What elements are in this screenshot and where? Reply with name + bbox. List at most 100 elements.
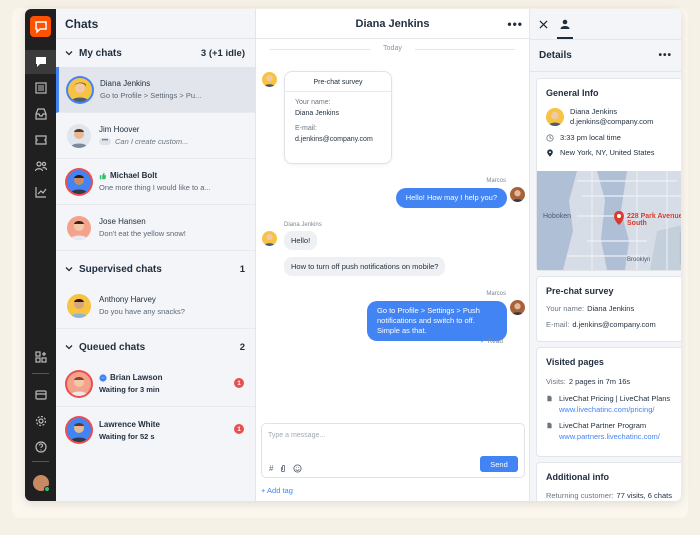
chat-item-diana[interactable]: Diana Jenkins Go to Profile > Settings >… (56, 67, 255, 113)
customer-message: Hello! (284, 231, 318, 250)
avatar (67, 293, 91, 318)
typing-indicator-icon: ••• (99, 138, 111, 145)
chat-name: Anthony Harvey (99, 295, 156, 304)
close-icon[interactable] (539, 19, 548, 29)
settings-icon[interactable] (25, 409, 56, 433)
section-label: My chats (79, 47, 122, 59)
details-title: Details (539, 50, 572, 61)
user-icon (560, 19, 570, 29)
billing-icon[interactable] (25, 383, 56, 407)
customer-email: d.jenkins@company.com (570, 117, 654, 127)
customer-avatar (546, 108, 564, 127)
chat-item-brian[interactable]: Brian Lawson Waiting for 3 min 1 (56, 361, 255, 407)
prechat-name-label: Your name: (546, 304, 585, 313)
general-info-title: General Info (546, 88, 599, 98)
section-queued[interactable]: Queued chats 2 (56, 333, 255, 361)
help-icon[interactable] (25, 435, 56, 459)
visits-value: 2 pages in 7m 16s (568, 377, 631, 386)
section-supervised[interactable]: Supervised chats 1 (56, 255, 255, 283)
chat-preview: Go to Profile > Settings > Pu... (100, 91, 202, 100)
chat-item-lawrence[interactable]: Lawrence White Waiting for 52 s 1 (56, 407, 255, 453)
page-title: LiveChat Partner Program (559, 421, 647, 430)
prechat-survey-card: Pre-chat survey Your name: Diana Jenkins… (284, 71, 392, 164)
survey-email-label: E-mail: (295, 125, 317, 132)
message-input[interactable]: Type a message... (268, 432, 325, 439)
section-count: 1 (239, 263, 245, 275)
chat-preview: One more thing I would like to a... (99, 183, 211, 192)
inbox-icon[interactable] (25, 102, 56, 126)
location-map[interactable]: 228 Park Avenue South Hoboken Brooklyn +… (537, 171, 681, 270)
add-tag-link[interactable]: + Add tag (261, 486, 293, 495)
chat-item-jim[interactable]: Jim Hoover ••• Can I create custom... (56, 113, 255, 159)
read-receipt: ✓ Read (480, 338, 503, 345)
rail-divider (32, 461, 49, 462)
general-info-card: General Info Diana Jenkins d.jenkins@com… (536, 78, 681, 271)
avatar (67, 123, 91, 148)
details-tabs (530, 9, 681, 39)
avatar (67, 418, 91, 442)
chat-item-jose[interactable]: Jose Hansen Don't eat the yellow snow! (56, 205, 255, 251)
emoji-icon[interactable] (293, 464, 303, 473)
chat-icon[interactable] (25, 50, 56, 74)
ticket-icon[interactable] (25, 128, 56, 152)
attachment-icon[interactable] (279, 464, 287, 473)
page-url[interactable]: www.partners.livechatinc.com/ (559, 432, 660, 443)
chat-title: Diana Jenkins (355, 17, 430, 30)
avatar (68, 77, 92, 102)
day-divider: Today (256, 45, 529, 52)
people-icon[interactable] (25, 154, 56, 178)
agent-avatar (510, 300, 525, 315)
returning-label: Returning customer: (546, 491, 614, 500)
chat-list-title: Chats (56, 9, 255, 39)
tab-customer-details[interactable] (557, 9, 573, 39)
chat-panel: Diana Jenkins ••• Today Pre-chat survey … (256, 9, 530, 501)
chat-preview: Do you have any snacks? (99, 307, 185, 316)
survey-name-value: Diana Jenkins (295, 109, 339, 117)
more-options-icon[interactable]: ••• (507, 17, 523, 31)
more-options-icon[interactable]: ••• (658, 50, 672, 61)
nav-rail (25, 9, 56, 501)
visited-title: Visited pages (546, 357, 604, 367)
section-count: 3 (+1 idle) (200, 47, 245, 59)
unread-badge: 1 (234, 424, 244, 434)
chevron-down-icon (65, 345, 73, 350)
section-count: 2 (239, 341, 245, 353)
livechat-logo-icon[interactable] (30, 16, 51, 37)
avatar (67, 215, 91, 240)
avatar (67, 371, 91, 396)
returning-value: 77 visits, 6 chats (616, 491, 672, 500)
section-my-chats[interactable]: My chats 3 (+1 idle) (56, 39, 255, 67)
chat-name: Jim Hoover (99, 125, 140, 134)
chat-preview: Waiting for 3 min (99, 385, 160, 394)
agent-avatar[interactable] (25, 471, 56, 495)
chat-list-panel: Chats My chats 3 (+1 idle) Diana Jenkins… (56, 9, 256, 501)
list-icon[interactable] (25, 76, 56, 100)
agent-message: Go to Profile > Settings > Push notifica… (367, 301, 507, 342)
chat-name: Jose Hansen (99, 217, 146, 226)
location-pin-icon (547, 149, 553, 157)
message-composer[interactable]: Type a message... # Send (261, 423, 525, 478)
apps-icon[interactable] (25, 345, 56, 369)
page-icon (547, 422, 552, 429)
section-label: Queued chats (79, 341, 146, 353)
chat-item-anthony[interactable]: Anthony Harvey Do you have any snacks? (56, 283, 255, 329)
page-title: LiveChat Pricing | LiveChat Plans (559, 394, 671, 403)
prechat-name-value: Diana Jenkins (587, 304, 635, 313)
chat-item-michael[interactable]: Michael Bolt One more thing I would like… (56, 159, 255, 205)
map-place-label: Hoboken (543, 213, 572, 220)
chart-icon[interactable] (25, 180, 56, 204)
survey-name-label: Your name: (295, 99, 331, 106)
send-button[interactable]: Send (480, 456, 518, 472)
hashtag-icon[interactable]: # (269, 464, 273, 473)
chat-preview: Waiting for 52 s (99, 431, 155, 441)
chat-preview: Don't eat the yellow snow! (99, 229, 186, 238)
message-sender: Marcos (486, 178, 506, 184)
page-url[interactable]: www.livechatinc.com/pricing/ (559, 405, 670, 416)
chat-header: Diana Jenkins ••• (256, 9, 529, 39)
section-label: Supervised chats (79, 263, 162, 275)
chat-name: Lawrence White (99, 419, 160, 429)
agent-message: Hello! How may I help you? (395, 188, 507, 209)
visits-label: Visits: (546, 377, 566, 386)
prechat-title: Pre-chat survey (546, 286, 614, 296)
page-icon (547, 395, 552, 402)
